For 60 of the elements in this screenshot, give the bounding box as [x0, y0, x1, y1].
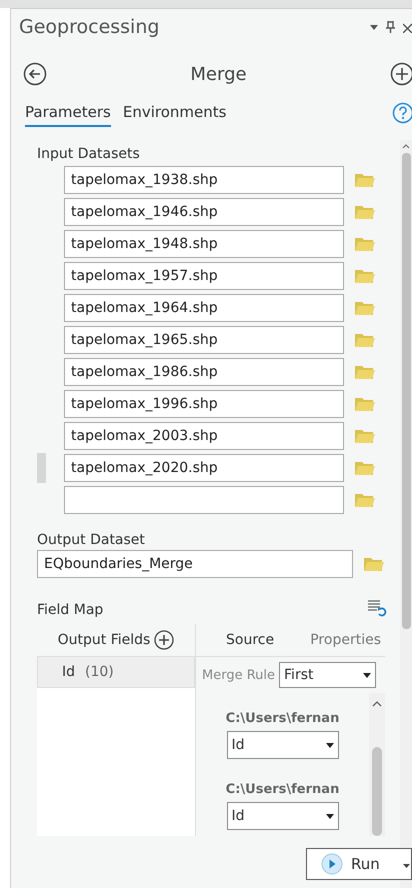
reset-list-icon[interactable] [365, 598, 387, 618]
merge-rule-dropdown[interactable]: First [279, 662, 376, 688]
folder-icon[interactable] [354, 299, 376, 317]
pin-icon[interactable] [386, 21, 395, 33]
tab[interactable]: Environments [122, 99, 226, 127]
source-path: C:\Users\fernan [226, 711, 340, 726]
source-path: C:\Users\fernan [226, 782, 340, 797]
folder-icon[interactable] [354, 395, 376, 413]
folder-icon[interactable] [354, 363, 376, 381]
help-icon[interactable] [392, 102, 412, 124]
add-icon[interactable] [390, 62, 412, 86]
folder-icon[interactable] [354, 171, 376, 189]
input-field[interactable]: tapelomax_1965.shp [64, 326, 344, 354]
close-icon[interactable] [403, 22, 412, 32]
input-field[interactable]: tapelomax_1964.shp [64, 294, 344, 322]
play-icon [321, 853, 343, 875]
field-dropdown[interactable]: Id [226, 731, 338, 759]
folder-icon[interactable] [354, 203, 376, 221]
input-field[interactable]: tapelomax_1946.shp [64, 198, 344, 226]
folder-icon[interactable] [354, 491, 376, 509]
caret-icon[interactable] [403, 864, 410, 868]
merge-rule-label: Merge Rule [202, 668, 276, 682]
add-icon[interactable] [154, 630, 174, 650]
field-label: Input Datasets [37, 145, 141, 162]
field-label: Output Dataset [37, 531, 146, 548]
input-field[interactable]: tapelomax_2020.shp [64, 454, 344, 482]
column-header: Output Fields [58, 632, 150, 648]
tab[interactable]: Source [226, 632, 274, 648]
folder-icon[interactable] [354, 235, 376, 253]
folder-icon[interactable] [354, 267, 376, 285]
input-field[interactable]: tapelomax_1938.shp [64, 166, 344, 194]
field-label: Field Map [37, 601, 104, 618]
input-field[interactable] [64, 486, 344, 514]
dropdown-icon[interactable] [370, 24, 378, 30]
input-field[interactable]: tapelomax_1986.shp [64, 358, 344, 386]
scrollbar[interactable] [369, 693, 385, 836]
input-field[interactable]: tapelomax_1957.shp [64, 262, 344, 290]
tool-title: Merge [190, 64, 247, 84]
output-field-item[interactable]: Id (10) [37, 656, 195, 688]
folder-icon[interactable] [354, 331, 376, 349]
caret-icon [363, 672, 372, 678]
run-button[interactable]: Run [306, 848, 412, 880]
folder-icon[interactable] [354, 427, 376, 445]
input-field[interactable]: tapelomax_2003.shp [64, 422, 344, 450]
input-field[interactable]: tapelomax_1948.shp [64, 230, 344, 258]
tab[interactable]: Properties [310, 632, 381, 648]
folder-icon[interactable] [363, 555, 385, 573]
scroll-up-icon[interactable] [402, 144, 410, 149]
caret-icon [326, 742, 334, 748]
scroll-up-icon[interactable] [372, 701, 382, 707]
output-dataset-field[interactable]: EQboundaries_Merge [37, 550, 353, 578]
back-icon[interactable] [23, 62, 47, 86]
tab[interactable]: Parameters [25, 99, 111, 127]
scrollbar[interactable] [400, 140, 412, 888]
folder-icon[interactable] [354, 459, 376, 477]
field-dropdown[interactable]: Id [226, 802, 338, 830]
drag-handle[interactable] [37, 453, 46, 483]
caret-icon [326, 814, 334, 818]
pane-title: Geoprocessing [19, 16, 160, 38]
input-field[interactable]: tapelomax_1996.shp [64, 390, 344, 418]
